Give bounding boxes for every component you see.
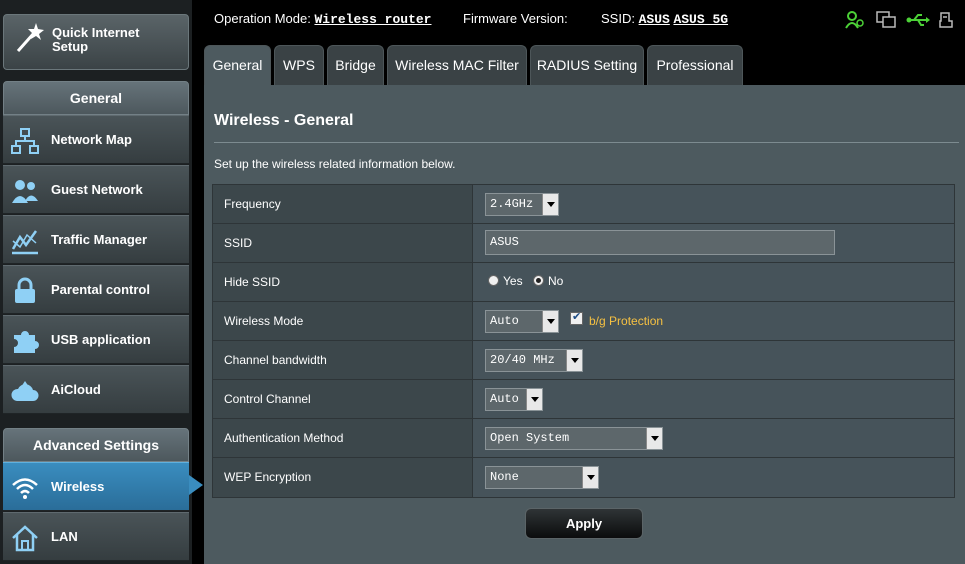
tab-wps[interactable]: WPS	[274, 45, 324, 85]
traffic-manager-icon	[11, 230, 38, 255]
wireless-general-form: Frequency 2.4GHz SSID ASUS Hide SSID Yes…	[212, 184, 955, 498]
wireless-mode-row: Wireless Mode Auto b/g Protection	[213, 302, 954, 341]
hide-ssid-yes-radio[interactable]	[488, 275, 499, 286]
sidebar-item-aicloud[interactable]: AiCloud	[3, 365, 189, 414]
title-divider	[214, 142, 959, 143]
sidebar-item-label: USB application	[51, 332, 151, 347]
hide-ssid-no-radio[interactable]	[533, 275, 544, 286]
sidebar-item-label: AiCloud	[51, 382, 101, 397]
quick-internet-setup-label: Quick Internet Setup	[52, 25, 140, 54]
wep-encryption-row: WEP Encryption None	[213, 458, 954, 497]
auth-method-select[interactable]: Open System	[485, 427, 663, 450]
ssid-row: SSID ASUS	[213, 224, 954, 263]
control-channel-label: Control Channel	[213, 380, 473, 418]
general-heading: General	[3, 81, 189, 115]
channel-bandwidth-value: 20/40 MHz	[490, 353, 555, 367]
sidebar-item-label: Traffic Manager	[51, 232, 148, 247]
ssid-2g-link[interactable]: ASUS	[639, 12, 670, 27]
tab-radius-setting[interactable]: RADIUS Setting	[530, 45, 644, 85]
guest-network-icon	[12, 180, 38, 203]
apply-button[interactable]: Apply	[525, 508, 643, 539]
hide-ssid-row: Hide SSID Yes No	[213, 263, 954, 302]
control-channel-row: Control Channel Auto	[213, 380, 954, 419]
auth-method-value: Open System	[490, 431, 570, 445]
operation-mode-label: Operation Mode:	[214, 11, 311, 26]
frequency-value: 2.4GHz	[490, 197, 534, 211]
printer-icon[interactable]	[938, 11, 954, 29]
control-channel-value: Auto	[490, 392, 519, 406]
wireless-mode-select[interactable]: Auto	[485, 310, 559, 333]
wep-encryption-label: WEP Encryption	[213, 458, 473, 497]
hide-ssid-no-label: No	[548, 274, 564, 288]
sidebar-item-wireless[interactable]: Wireless	[3, 462, 189, 511]
ssid-field-label: SSID	[213, 224, 473, 262]
sidebar-item-guest-network[interactable]: Guest Network	[3, 165, 189, 214]
chevron-down-icon	[582, 467, 598, 488]
channel-bandwidth-select[interactable]: 20/40 MHz	[485, 349, 583, 372]
wep-encryption-value: None	[490, 470, 519, 484]
page-description: Set up the wireless related information …	[214, 157, 456, 171]
chevron-down-icon	[646, 428, 662, 449]
quick-internet-setup-button[interactable]: Quick Internet Setup	[3, 14, 189, 70]
page-title: Wireless - General	[214, 112, 354, 129]
sidebar-item-label: LAN	[51, 529, 78, 544]
wireless-mode-value: Auto	[490, 314, 519, 328]
control-channel-select[interactable]: Auto	[485, 388, 543, 411]
sidebar-item-label: Parental control	[51, 282, 150, 297]
main-panel: Wireless - General Set up the wireless r…	[204, 85, 965, 564]
home-icon	[12, 525, 38, 552]
sidebar-item-lan[interactable]: LAN	[3, 512, 189, 561]
sidebar-item-label: Network Map	[51, 132, 132, 147]
bg-protection-label: b/g Protection	[589, 314, 664, 328]
magic-wand-icon	[16, 23, 44, 52]
channel-bandwidth-label: Channel bandwidth	[213, 341, 473, 379]
sidebar-item-traffic-manager[interactable]: Traffic Manager	[3, 215, 189, 264]
cloud-icon	[11, 381, 39, 401]
auth-method-row: Authentication Method Open System	[213, 419, 954, 458]
operation-mode-link[interactable]: Wireless router	[314, 12, 431, 27]
sidebar-item-label: Wireless	[51, 479, 105, 494]
sidebar-item-parental-control[interactable]: Parental control	[3, 265, 189, 314]
ssid-5g-link[interactable]: ASUS_5G	[673, 12, 728, 27]
lock-icon	[15, 277, 35, 303]
devices-icon[interactable]	[876, 11, 896, 29]
frequency-select[interactable]: 2.4GHz	[485, 193, 559, 216]
advanced-settings-heading: Advanced Settings	[3, 428, 189, 462]
sidebar-item-usb-application[interactable]: USB application	[3, 315, 189, 364]
tab-professional[interactable]: Professional	[647, 45, 743, 85]
wep-encryption-select[interactable]: None	[485, 466, 599, 489]
ssid-input[interactable]: ASUS	[485, 230, 835, 255]
tab-bridge[interactable]: Bridge	[327, 45, 384, 85]
active-indicator-arrow	[189, 475, 203, 495]
auth-method-label: Authentication Method	[213, 419, 473, 457]
chevron-down-icon	[526, 389, 542, 410]
tab-wireless-mac-filter[interactable]: Wireless MAC Filter	[387, 45, 527, 85]
hide-ssid-yes-label: Yes	[503, 274, 523, 288]
sidebar: Quick Internet Setup General Network Map…	[0, 0, 192, 564]
chevron-down-icon	[542, 194, 558, 215]
tab-general[interactable]: General	[204, 45, 271, 86]
bg-protection-checkbox[interactable]	[570, 310, 583, 325]
network-map-icon	[11, 128, 39, 154]
wireless-mode-label: Wireless Mode	[213, 302, 473, 340]
frequency-row: Frequency 2.4GHz	[213, 185, 954, 224]
sidebar-item-network-map[interactable]: Network Map	[3, 115, 189, 164]
top-status-bar: Operation Mode: Wireless router Firmware…	[204, 0, 965, 38]
firmware-version-label: Firmware Version:	[463, 11, 568, 26]
puzzle-icon	[14, 331, 39, 353]
channel-bandwidth-row: Channel bandwidth 20/40 MHz	[213, 341, 954, 380]
ssid-label: SSID:	[601, 11, 635, 26]
wifi-icon	[12, 478, 38, 499]
hide-ssid-label: Hide SSID	[213, 263, 473, 301]
users-icon[interactable]	[845, 11, 865, 29]
chevron-down-icon	[566, 350, 582, 371]
sidebar-item-label: Guest Network	[51, 182, 143, 197]
usb-icon[interactable]	[906, 11, 930, 29]
frequency-label: Frequency	[213, 185, 473, 223]
chevron-down-icon	[542, 311, 558, 332]
